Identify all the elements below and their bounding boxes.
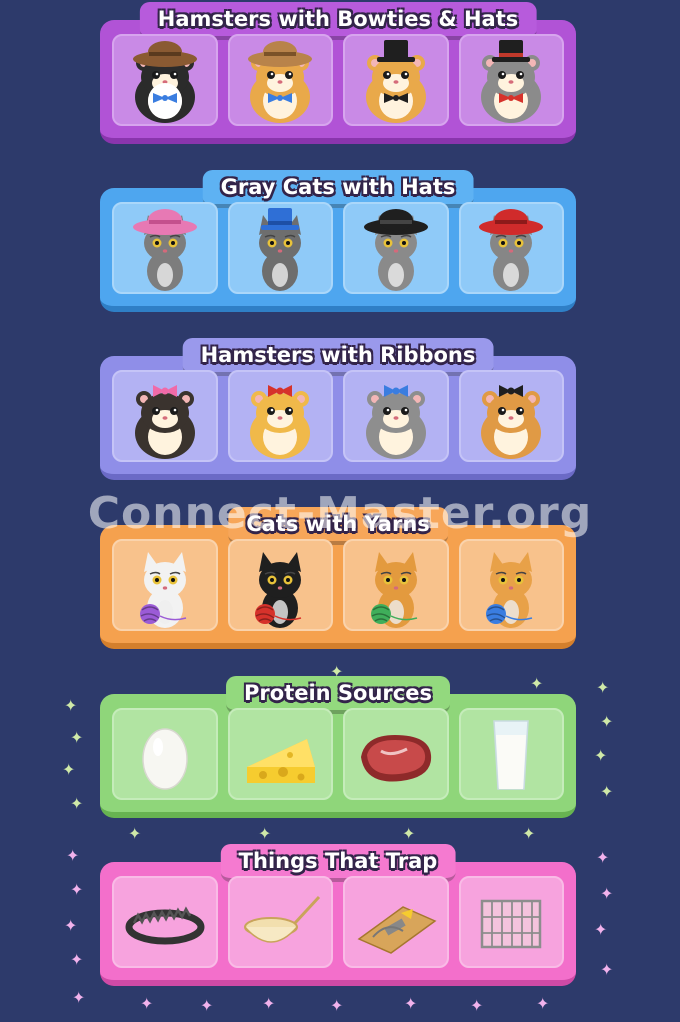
tile-tabby-cat-yarn[interactable]: [343, 539, 449, 631]
sparkle-icon: ✦: [404, 994, 418, 1013]
sparkle-icon: ✦: [536, 994, 550, 1013]
cage-icon: [481, 899, 542, 949]
sparkle-icon: ✦: [128, 824, 142, 843]
tabby-cat-blue-yarn-icon: [466, 540, 556, 630]
sparkle-icon: ✦: [140, 994, 154, 1013]
sparkle-icon: ✦: [596, 848, 610, 867]
sparkle-icon: ✦: [70, 728, 84, 747]
sparkle-icon: ✦: [402, 824, 416, 843]
tile-hamster-gray-tophat-red-bowtie[interactable]: [458, 34, 564, 126]
group-panel-hamsters-ribbons: Hamsters with Ribbons: [100, 338, 576, 480]
sparkle-icon: ✦: [200, 996, 214, 1015]
tile-cage[interactable]: [458, 876, 564, 968]
sparkle-icon: ✦: [596, 678, 610, 697]
white-cat-yarn-icon: [120, 540, 210, 630]
cat-red-hat-icon: [466, 203, 556, 293]
hamster-brown-hat-blue-bowtie-icon: [120, 35, 210, 125]
bear-trap-icon: [125, 906, 205, 945]
egg-icon: [142, 728, 188, 790]
tile-net[interactable]: [227, 876, 333, 968]
sparkle-icon: ✦: [62, 760, 76, 779]
milk-glass-icon: [493, 720, 530, 790]
tile-hamster-black-tophat-bowtie[interactable]: [343, 34, 449, 126]
hamster-pink-ribbon-icon: [120, 371, 210, 461]
group-panel-cats-yarns: Cats with Yarns: [100, 507, 576, 649]
tile-cat-blue-tophat[interactable]: [227, 202, 333, 294]
sparkle-icon: ✦: [330, 996, 344, 1015]
tile-steak[interactable]: [343, 708, 449, 800]
hamster-black-tophat-bowtie-icon: [351, 35, 441, 125]
sparkle-icon: ✦: [600, 884, 614, 903]
steak-icon: [360, 735, 431, 782]
hamster-gray-tophat-red-bowtie-icon: [466, 35, 556, 125]
tile-milk-glass[interactable]: [458, 708, 564, 800]
sparkle-icon: ✦: [330, 662, 344, 681]
hamster-blue-ribbon-icon: [351, 371, 441, 461]
hamster-black-ribbon-icon: [466, 371, 556, 461]
sparkle-icon: ✦: [470, 996, 484, 1015]
sparkle-icon: ✦: [70, 880, 84, 899]
tile-tabby-cat-blue-yarn[interactable]: [458, 539, 564, 631]
sparkle-icon: ✦: [600, 960, 614, 979]
sparkle-icon: ✦: [64, 696, 78, 715]
tile-hamster-black-ribbon[interactable]: [458, 370, 564, 462]
tile-mousetrap[interactable]: [343, 876, 449, 968]
sparkle-icon: ✦: [70, 950, 84, 969]
cat-pink-hat-icon: [120, 203, 210, 293]
sparkle-icon: ✦: [66, 846, 80, 865]
sparkle-icon: ✦: [600, 782, 614, 801]
tile-hamster-brown-hat-blue-bowtie-2[interactable]: [227, 34, 333, 126]
group-panel-hamsters-bowties-hats: Hamsters with Bowties & Hats: [100, 2, 576, 144]
sparkle-icon: ✦: [72, 988, 86, 1007]
tile-white-cat-yarn[interactable]: [112, 539, 218, 631]
sparkle-icon: ✦: [530, 674, 544, 693]
sparkle-icon: ✦: [258, 824, 272, 843]
group-panel-things-that-trap: Things That Trap: [100, 844, 576, 986]
tile-egg[interactable]: [112, 708, 218, 800]
tabby-cat-yarn-icon: [351, 540, 441, 630]
tile-hamster-red-ribbon[interactable]: [227, 370, 333, 462]
cheese-icon: [247, 739, 316, 783]
hamster-red-ribbon-icon: [235, 371, 325, 461]
group-panel-protein-sources: Protein Sources: [100, 676, 576, 818]
sparkle-icon: ✦: [64, 916, 78, 935]
tile-bear-trap[interactable]: [112, 876, 218, 968]
hamster-brown-hat-blue-bowtie-icon: [235, 35, 325, 125]
tile-hamster-brown-hat-blue-bowtie[interactable]: [112, 34, 218, 126]
black-cat-yarn-icon: [235, 540, 325, 630]
tile-cheese[interactable]: [227, 708, 333, 800]
tile-cat-pink-hat[interactable]: [112, 202, 218, 294]
sparkle-icon: ✦: [600, 712, 614, 731]
group-panel-gray-cats-hats: Gray Cats with Hats: [100, 170, 576, 312]
sparkle-icon: ✦: [70, 794, 84, 813]
sparkle-icon: ✦: [594, 920, 608, 939]
mousetrap-icon: [357, 906, 437, 954]
sparkle-icon: ✦: [262, 994, 276, 1013]
tile-cat-black-fedora[interactable]: [343, 202, 449, 294]
cat-blue-tophat-icon: [235, 203, 325, 293]
tile-cat-red-hat[interactable]: [458, 202, 564, 294]
tile-black-cat-yarn[interactable]: [227, 539, 333, 631]
cat-black-fedora-icon: [351, 203, 441, 293]
net-icon: [244, 895, 321, 943]
sparkle-icon: ✦: [594, 746, 608, 765]
tile-hamster-blue-ribbon[interactable]: [343, 370, 449, 462]
tile-hamster-pink-ribbon[interactable]: [112, 370, 218, 462]
sparkle-icon: ✦: [522, 824, 536, 843]
